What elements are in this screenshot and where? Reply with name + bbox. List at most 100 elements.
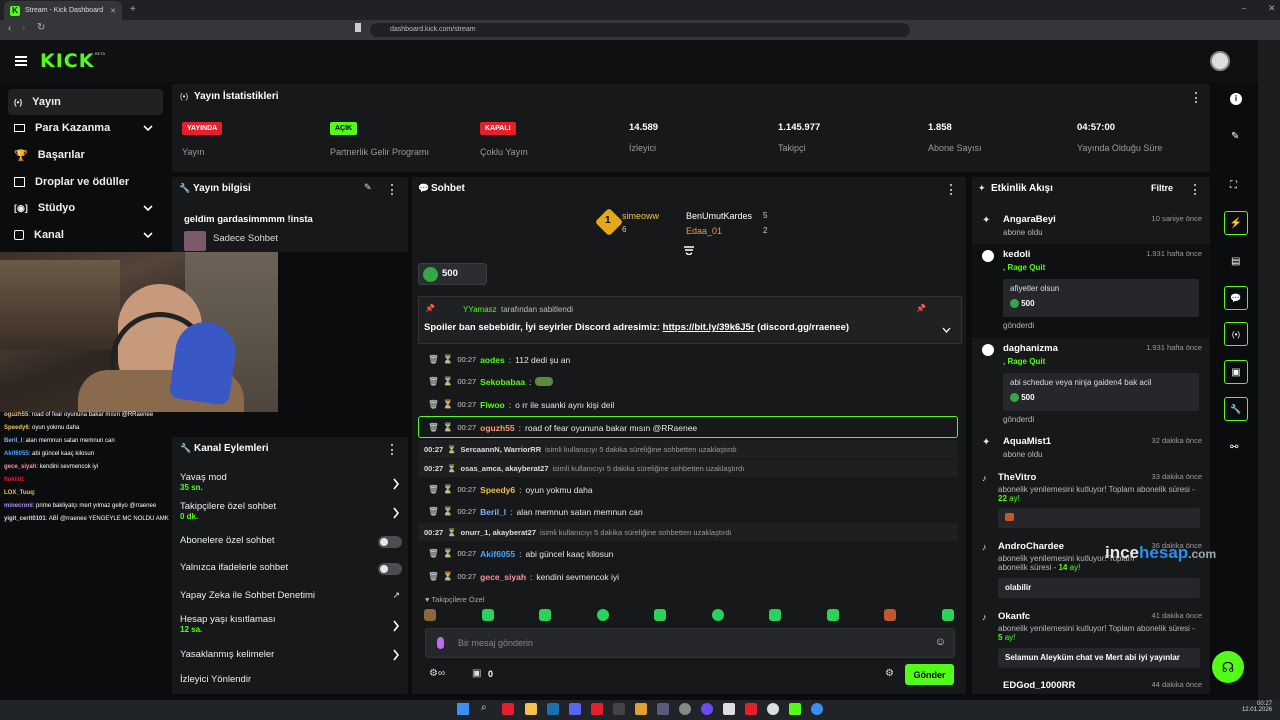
forward-icon[interactable]: › (22, 23, 25, 34)
sidebar-item-kanal[interactable]: Kanal (8, 222, 163, 248)
folder-icon[interactable] (525, 703, 537, 715)
gift-icon[interactable]: ▣ (472, 668, 481, 679)
activity-menu-icon[interactable] (1194, 184, 1197, 195)
chat-message[interactable]: 🗑 ⏳ 00:27 gece_siyah: kendini sevmencok iyi (428, 571, 619, 582)
chat-menu-icon[interactable] (950, 184, 953, 195)
app-icon[interactable] (789, 703, 801, 715)
event-user[interactable]: kedoli (1003, 249, 1030, 260)
app-icon[interactable] (591, 703, 603, 715)
trash-icon[interactable]: 🗑 (428, 484, 439, 495)
emote-icon[interactable] (596, 609, 609, 621)
chat-message[interactable]: 🗑 ⏳ 00:27 oguzh55: road of fear oyununa baka… (428, 422, 697, 433)
timeout-icon[interactable]: ⏳ (443, 571, 454, 582)
emoji-picker-icon[interactable]: ☺ (935, 636, 946, 648)
emote-icon[interactable] (711, 609, 724, 621)
event-user[interactable]: AquaMist1 (1003, 436, 1051, 447)
info-icon[interactable]: i (1230, 93, 1242, 105)
chat-message[interactable]: 🗑 ⏳ 00:27 Beril_l: alan memnun satan memnun … (428, 506, 643, 517)
kick-logo[interactable]: KICK (40, 50, 94, 72)
chat-message[interactable]: 🗑 ⏳ 00:27 Sekobabaa: (428, 376, 554, 387)
event-user[interactable]: EDGod_1000RR (1003, 680, 1075, 691)
quick-action-button[interactable]: ⚡ (1224, 211, 1248, 235)
event-user[interactable]: AndroChardee (998, 541, 1064, 552)
timeout-icon[interactable]: ⏳ (443, 484, 454, 495)
app-icon[interactable] (635, 703, 647, 715)
discord-icon[interactable] (569, 703, 581, 715)
close-window-icon[interactable]: ✕ (1268, 3, 1276, 14)
timeout-icon[interactable]: ⏳ (443, 399, 454, 410)
banned-words-row[interactable]: Yasaklanmış kelimeler (180, 649, 402, 663)
sidebar-item-basarilar[interactable]: 🏆 Başarılar (8, 142, 163, 168)
trash-icon[interactable]: 🗑 (428, 354, 439, 365)
chat-message[interactable]: 🗑 ⏳ 00:27 Akif6055: abi güncel kaaç kilosun (428, 548, 613, 559)
stats-menu-icon[interactable] (1195, 92, 1198, 103)
avatar[interactable] (1210, 51, 1230, 71)
event-user[interactable]: TheVitro (998, 472, 1036, 483)
app-icon[interactable] (613, 703, 625, 715)
back-icon[interactable]: ‹ (8, 23, 11, 34)
timeout-icon[interactable]: ⏳ (443, 548, 454, 559)
edit-icon[interactable]: ✎ (1231, 131, 1239, 142)
microphone-icon[interactable] (437, 637, 444, 649)
sidebar-item-studyo[interactable]: [◉] Stüdyo (8, 195, 163, 221)
followers-only-row[interactable]: Takipçilere özel sohbet 0 dk. (180, 501, 402, 527)
app-icon[interactable] (723, 703, 735, 715)
browser-tab[interactable]: K Stream - Kick Dashboard ✕ (4, 1, 122, 20)
event-user[interactable]: AngaraBeyi (1003, 214, 1056, 225)
edit-icon[interactable]: ✎ (364, 182, 372, 193)
emote-icon[interactable] (769, 609, 782, 621)
account-age-row[interactable]: Hesap yaşı kısıtlaması 12 sa. (180, 614, 402, 640)
app-icon[interactable] (657, 703, 669, 715)
chat-toggle-button[interactable]: 💬 (1224, 286, 1248, 310)
close-tab-icon[interactable]: ✕ (110, 7, 116, 15)
trash-icon[interactable]: 🗑 (428, 506, 439, 517)
emote-icon[interactable] (826, 609, 839, 621)
collapse-icon[interactable] (683, 245, 695, 255)
chevron-down-icon[interactable] (942, 327, 951, 334)
chat-input[interactable]: Bir mesaj gönderin ☺ (425, 628, 955, 658)
steam-icon[interactable] (547, 703, 559, 715)
subs-only-toggle[interactable] (378, 536, 402, 548)
app-icon[interactable] (701, 703, 713, 715)
app-icon[interactable] (745, 703, 757, 715)
chat-message[interactable]: 🗑 ⏳ 00:27 aodes:112 dedi şu an (428, 354, 570, 365)
windows-start-icon[interactable] (457, 703, 469, 715)
unpin-icon[interactable]: 📌 (916, 304, 926, 313)
browser-taskbar-icon[interactable] (502, 703, 514, 715)
event-user[interactable]: Okanfc (998, 611, 1030, 622)
emote-icon[interactable] (654, 609, 667, 621)
trash-icon[interactable]: 🗑 (428, 571, 439, 582)
slow-mode-row[interactable]: Yavaş mod 35 sn. (180, 472, 402, 498)
redirect-viewers-row[interactable]: İzleyici Yönlendir (180, 674, 402, 688)
sidebar-item-para-kazanma[interactable]: Para Kazanma (8, 115, 163, 141)
menu-icon[interactable] (15, 56, 27, 66)
chat-settings-icon[interactable]: ⚙ (885, 668, 894, 679)
support-button[interactable]: ☊ (1212, 651, 1244, 683)
bookmark-icon[interactable] (355, 23, 361, 32)
send-button[interactable]: Gönder (905, 664, 954, 685)
minimize-icon[interactable]: – (1242, 4, 1246, 13)
layout-toggle-button[interactable]: ▣ (1224, 360, 1248, 384)
app-icon[interactable] (679, 703, 691, 715)
fullscreen-icon[interactable]: ⛶ (1230, 180, 1237, 191)
emote-icon[interactable] (941, 609, 954, 621)
stream-info-menu-icon[interactable] (391, 184, 394, 195)
emotes-only-toggle[interactable] (378, 563, 402, 575)
trash-icon[interactable]: 🗑 (428, 422, 439, 433)
kicks-infinity-icon[interactable]: ⚙∞ (429, 668, 445, 679)
search-icon[interactable]: ⌕ (481, 702, 487, 713)
notes-icon[interactable]: ▤ (1231, 256, 1240, 267)
ai-moderation-row[interactable]: Yapay Zeka ile Sohbet Denetimi ↗ (180, 590, 402, 604)
timeout-icon[interactable]: ⏳ (443, 506, 454, 517)
trash-icon[interactable]: 🗑 (428, 399, 439, 410)
new-tab-icon[interactable]: + (130, 4, 136, 15)
pinned-link[interactable]: https://bit.ly/39k6J5r (663, 322, 755, 333)
reload-icon[interactable]: ↻ (37, 22, 45, 33)
sidebar-item-droplar[interactable]: Droplar ve ödüller (8, 169, 163, 195)
timeout-icon[interactable]: ⏳ (443, 354, 454, 365)
channel-actions-menu-icon[interactable] (391, 444, 394, 455)
chat-message[interactable]: 🗑 ⏳ 00:27 Fiwoo: o rr ile suanki aynı kişi d… (428, 399, 614, 410)
url-field[interactable]: dashboard.kick.com/stream (370, 23, 910, 37)
timeout-icon[interactable]: ⏳ (443, 422, 454, 433)
tools-toggle-button[interactable]: 🔧 (1224, 397, 1248, 421)
